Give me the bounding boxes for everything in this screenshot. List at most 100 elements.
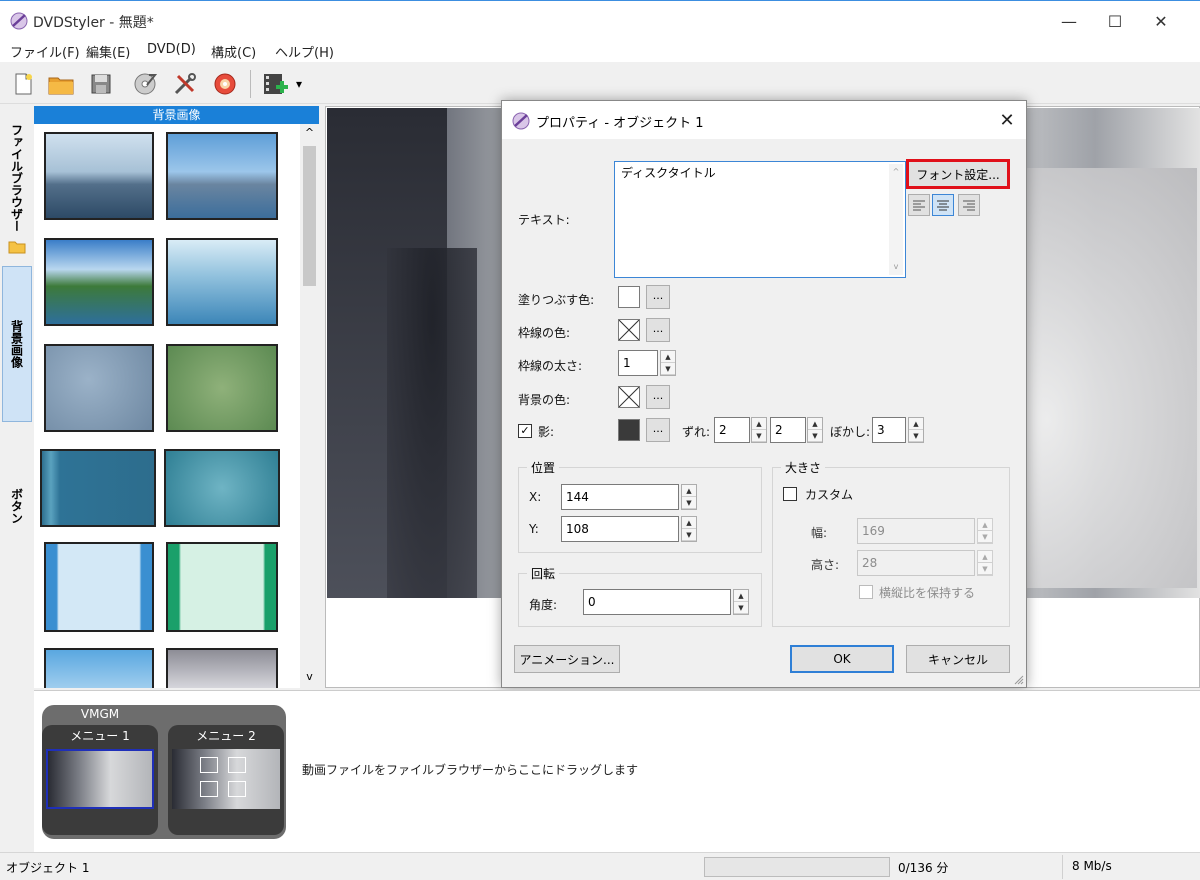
align-left-button[interactable] xyxy=(908,194,930,216)
resize-grip-icon[interactable] xyxy=(1014,675,1024,685)
width-value: 169 xyxy=(862,524,885,538)
align-center-button[interactable] xyxy=(932,194,954,216)
maximize-icon: ☐ xyxy=(1107,11,1123,31)
fill-color-picker-button[interactable]: ... xyxy=(646,285,670,309)
status-divider xyxy=(1062,855,1063,879)
fill-color-swatch[interactable] xyxy=(618,286,640,308)
menu-help[interactable]: ヘルプ(H) xyxy=(275,42,334,61)
align-right-button[interactable] xyxy=(958,194,980,216)
ok-button[interactable]: OK xyxy=(790,645,894,673)
vmgm-group[interactable]: VMGM メニュー 1 メニュー 2 xyxy=(42,705,286,839)
tab-file-browser[interactable]: ファイルブラウザー xyxy=(2,114,32,264)
background-thumbnail[interactable] xyxy=(164,449,280,527)
maximize-button[interactable]: ☐ xyxy=(1092,1,1138,41)
animation-button[interactable]: アニメーション... xyxy=(514,645,620,673)
background-thumbnail[interactable] xyxy=(44,238,154,326)
border-width-value: 1 xyxy=(623,356,631,370)
background-thumbnail[interactable] xyxy=(40,449,156,527)
width-input[interactable]: 169 xyxy=(857,518,975,544)
border-width-spinner[interactable]: ▲ ▼ xyxy=(660,350,676,376)
scroll-up-icon: ^ xyxy=(892,167,900,176)
tab-backgrounds[interactable]: 背景画像 xyxy=(2,266,32,422)
add-video-dropdown[interactable]: ▾ xyxy=(292,69,306,99)
status-bar: オブジェクト 1 0/136 分 8 Mb/s xyxy=(0,852,1200,880)
menu-bar: ファイル(F) 編集(E) DVD(D) 構成(C) ヘルプ(H) xyxy=(0,40,1200,62)
background-thumbnail[interactable] xyxy=(44,132,154,220)
custom-size-checkbox[interactable] xyxy=(783,487,797,501)
size-group-title: 大きさ xyxy=(781,459,826,476)
dvdstyler-app-icon xyxy=(10,12,28,30)
y-spinner[interactable]: ▲ ▼ xyxy=(681,516,697,542)
angle-value: 0 xyxy=(588,595,596,609)
ok-button-label: OK xyxy=(833,652,851,666)
offset-x-spinner[interactable]: ▲ ▼ xyxy=(751,417,767,443)
keep-ratio-checkbox[interactable] xyxy=(859,585,873,599)
height-spinner[interactable]: ▲ ▼ xyxy=(977,550,993,576)
width-spinner[interactable]: ▲ ▼ xyxy=(977,518,993,544)
background-thumbnail[interactable] xyxy=(166,648,278,688)
ellipsis-label: ... xyxy=(652,389,664,402)
menu-2-thumbnail[interactable]: メニュー 2 xyxy=(168,725,284,835)
shadow-color-swatch[interactable] xyxy=(618,419,640,441)
background-thumbnail[interactable] xyxy=(44,648,154,688)
x-spinner[interactable]: ▲ ▼ xyxy=(681,484,697,510)
position-group: 位置 X: 144 ▲ ▼ Y: 108 ▲ ▼ xyxy=(518,459,762,553)
menu-edit[interactable]: 編集(E) xyxy=(86,42,130,61)
scroll-down-icon[interactable]: v xyxy=(302,670,317,683)
menu-file[interactable]: ファイル(F) xyxy=(10,42,80,61)
background-thumbnail[interactable] xyxy=(166,542,278,632)
background-thumbnail[interactable] xyxy=(44,344,154,432)
dialog-close-button[interactable]: ✕ xyxy=(988,101,1026,139)
height-label: 高さ: xyxy=(811,558,840,572)
angle-input[interactable]: 0 xyxy=(583,589,731,615)
bg-color-picker-button[interactable]: ... xyxy=(646,385,670,409)
vmgm-label: VMGM xyxy=(80,707,120,721)
background-thumbnail[interactable] xyxy=(166,238,278,326)
dvd-button[interactable] xyxy=(210,69,240,99)
menu-dvd[interactable]: DVD(D) xyxy=(147,42,196,57)
tab-buttons-label: ボタン xyxy=(9,488,24,524)
rotation-group: 回転 角度: 0 ▲ ▼ xyxy=(518,565,762,627)
offset-y-spinner[interactable]: ▲ ▼ xyxy=(807,417,823,443)
tab-buttons[interactable]: ボタン xyxy=(2,436,32,576)
height-input[interactable]: 28 xyxy=(857,550,975,576)
menu-1-thumbnail[interactable]: メニュー 1 xyxy=(42,725,158,835)
thumbnail-scrollbar[interactable]: ^ v xyxy=(300,124,319,688)
open-button[interactable] xyxy=(46,69,76,99)
background-thumbnail[interactable] xyxy=(166,132,278,220)
offset-x-input[interactable]: 2 xyxy=(714,417,750,443)
x-input[interactable]: 144 xyxy=(561,484,679,510)
background-thumbnail[interactable] xyxy=(166,344,278,432)
y-input[interactable]: 108 xyxy=(561,516,679,542)
burn-button[interactable] xyxy=(130,69,160,99)
shadow-color-picker-button[interactable]: ... xyxy=(646,418,670,442)
background-thumbnail[interactable] xyxy=(44,542,154,632)
border-color-picker-button[interactable]: ... xyxy=(646,318,670,342)
shadow-checkbox[interactable]: ✓ xyxy=(518,424,532,438)
blur-input[interactable]: 3 xyxy=(872,417,906,443)
scrollbar-thumb[interactable] xyxy=(303,146,316,286)
angle-spinner[interactable]: ▲ ▼ xyxy=(733,589,749,615)
text-scrollbar[interactable]: ^ v xyxy=(889,164,903,275)
align-left-icon xyxy=(913,200,925,211)
border-width-input[interactable]: 1 xyxy=(618,350,658,376)
new-button[interactable] xyxy=(8,69,38,99)
check-icon: ✓ xyxy=(520,424,530,437)
blur-spinner[interactable]: ▲ ▼ xyxy=(908,417,924,443)
settings-button[interactable] xyxy=(170,69,200,99)
cancel-button[interactable]: キャンセル xyxy=(906,645,1010,673)
save-button[interactable] xyxy=(86,69,116,99)
offset-y-input[interactable]: 2 xyxy=(770,417,806,443)
keep-ratio-label: 横縦比を保持する xyxy=(879,586,976,600)
menu-config[interactable]: 構成(C) xyxy=(211,42,256,61)
add-video-button[interactable] xyxy=(260,69,290,99)
close-button[interactable]: ✕ xyxy=(1138,1,1184,41)
background-thumbnail-panel: 背景画像 ^ v xyxy=(34,106,319,688)
font-settings-button[interactable]: フォント設定... xyxy=(906,159,1010,189)
bg-color-swatch[interactable] xyxy=(618,386,640,408)
scroll-down-icon: v xyxy=(893,262,899,271)
text-input[interactable]: ディスクタイトル ^ v xyxy=(614,161,906,278)
scroll-up-icon[interactable]: ^ xyxy=(302,126,317,139)
minimize-button[interactable]: — xyxy=(1046,1,1092,41)
border-color-swatch[interactable] xyxy=(618,319,640,341)
